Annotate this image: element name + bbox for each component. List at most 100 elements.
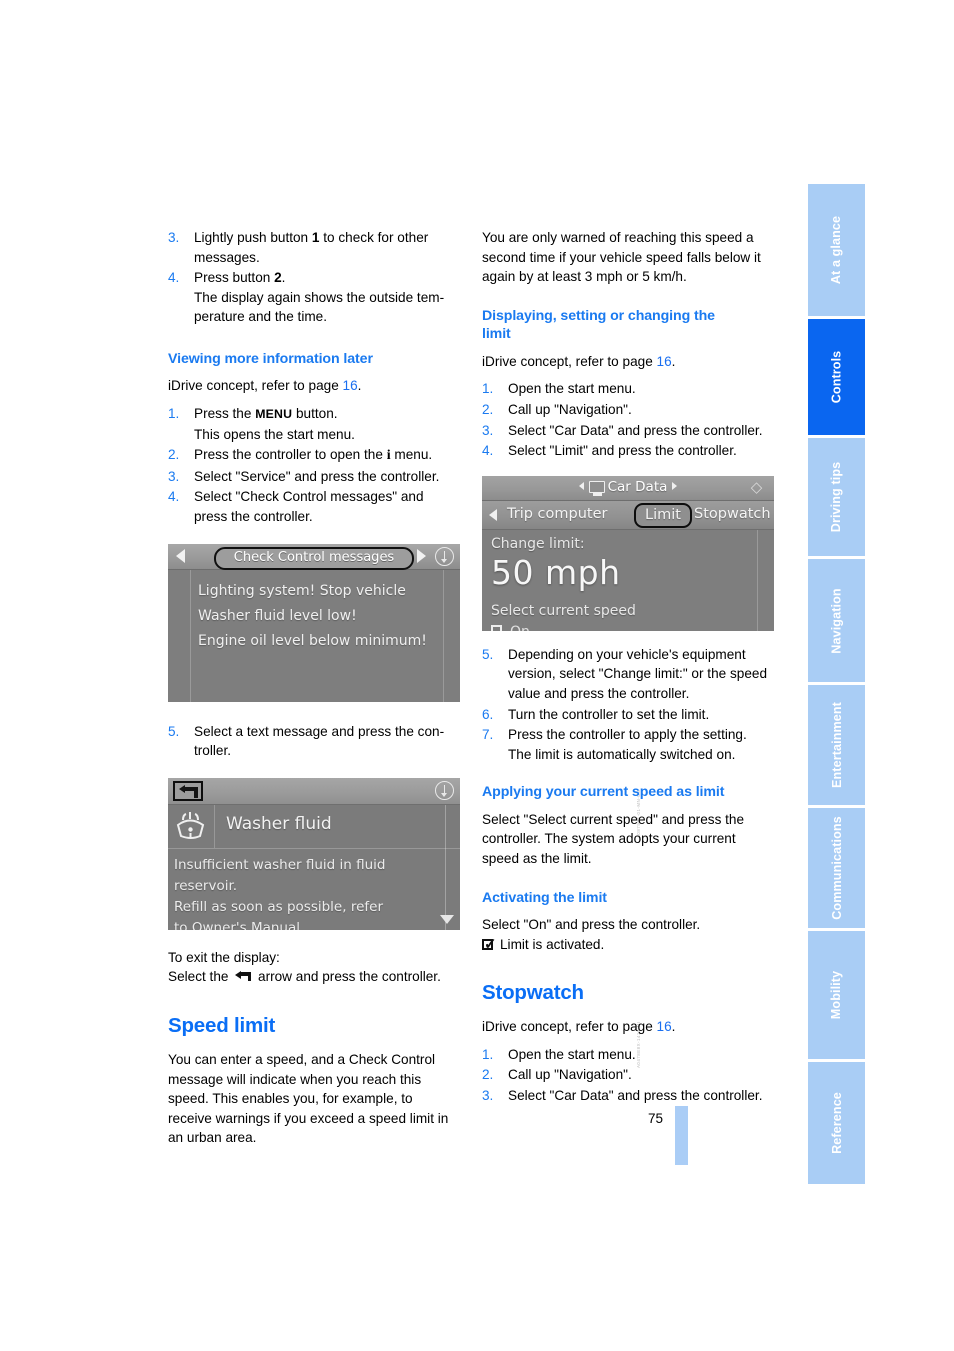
car-data-title: Car Data bbox=[482, 479, 774, 496]
sidebar-item-controls[interactable]: Controls bbox=[808, 319, 865, 435]
message-line: reservoir. bbox=[174, 877, 238, 894]
step-text: Depending on your vehicle's equipment ver… bbox=[508, 646, 767, 701]
step-number: 1. bbox=[482, 381, 494, 397]
exit-instruction: To exit the display: Select the arrow an… bbox=[168, 949, 441, 985]
speed-limit-body: You can enter a speed, and a Check Contr… bbox=[168, 1052, 449, 1146]
scroll-down-icon[interactable] bbox=[440, 914, 454, 924]
list-item[interactable]: Washer fluid level low! bbox=[168, 604, 460, 629]
sidebar-item-driving-tips[interactable]: Driving tips bbox=[808, 438, 865, 556]
step-text: Press the controller to apply the settin… bbox=[508, 727, 747, 762]
step-number: 5. bbox=[168, 723, 180, 739]
checkbox-checked-icon: ✓ bbox=[482, 935, 497, 953]
step-number: 1. bbox=[482, 1046, 494, 1062]
activating-body: Select "On" and press the controller. ✓ L… bbox=[482, 917, 701, 953]
message-line: Refill as soon as possible, refer bbox=[174, 898, 383, 915]
list-item[interactable]: Lighting system! Stop vehicle bbox=[168, 579, 460, 604]
step-text: Call up "Navigation". bbox=[508, 401, 632, 417]
washer-fluid-message: Insufficient washer fluid in fluid reser… bbox=[168, 849, 460, 930]
sidebar-item-mobility[interactable]: Mobility bbox=[808, 931, 865, 1059]
message-line: to Owner's Manual. bbox=[174, 919, 305, 930]
step-number: 2. bbox=[482, 401, 494, 417]
step-number: 6. bbox=[482, 706, 494, 722]
tab-limit[interactable]: Limit bbox=[634, 502, 692, 528]
tab-trip-computer[interactable]: Trip computer bbox=[507, 504, 607, 524]
change-limit-label[interactable]: Change limit: bbox=[491, 535, 774, 554]
sidebar-item-at-a-glance[interactable]: At a glance bbox=[808, 184, 865, 316]
figure-car-data-limit: Car Data ◇ Trip computer Limit Stopwatch… bbox=[482, 475, 774, 631]
tab-stopwatch[interactable]: Stopwatch bbox=[694, 504, 771, 524]
step-number: 1. bbox=[168, 406, 180, 422]
step-text: Select "Car Data" and press the controll… bbox=[508, 422, 763, 438]
sidebar-item-communications[interactable]: Communications bbox=[808, 808, 865, 928]
list-item: 3. Lightly push button 1 to check for ot… bbox=[168, 228, 460, 267]
list-item: 3. Select "Car Data" and press the contr… bbox=[482, 1086, 774, 1106]
limit-value[interactable]: 50 mph bbox=[491, 553, 774, 592]
scrollbar[interactable] bbox=[445, 804, 446, 930]
previous-arrow-icon[interactable] bbox=[578, 481, 584, 490]
tabs-previous-icon[interactable] bbox=[489, 508, 497, 521]
step-number: 2. bbox=[168, 447, 180, 463]
step-text: Press button 2. The display again shows t… bbox=[194, 270, 445, 325]
intro-paragraph: You are only warned of reaching this spe… bbox=[482, 230, 761, 285]
compass-icon: ◇ bbox=[750, 477, 763, 496]
volume-icon bbox=[435, 546, 454, 566]
list-divider-right bbox=[443, 569, 444, 702]
heading-stopwatch: Stopwatch bbox=[482, 981, 584, 1005]
select-current-speed-option[interactable]: Select current speed bbox=[491, 602, 774, 621]
list-item: 1. Press the MENU button. This opens the … bbox=[168, 404, 460, 444]
step-text: Open the start menu. bbox=[508, 381, 636, 397]
step-number: 3. bbox=[482, 1088, 494, 1104]
page-cross-reference[interactable]: 16 bbox=[343, 378, 358, 393]
step-number: 4. bbox=[482, 443, 494, 459]
list-item: 5. Depending on your vehicle's equipment… bbox=[482, 645, 774, 704]
list-item: 1. Open the start menu. bbox=[482, 1045, 774, 1065]
car-data-title-bar: Car Data ◇ bbox=[482, 475, 774, 501]
page-number-bar bbox=[675, 1106, 688, 1165]
list-item: 2. Press the controller to open the i me… bbox=[168, 445, 460, 466]
next-arrow-icon[interactable] bbox=[672, 481, 678, 490]
heading-displaying-setting-changing-limit: Displaying, setting or changing the limi… bbox=[482, 307, 715, 343]
idrive-message-list: Lighting system! Stop vehicle Washer flu… bbox=[168, 569, 460, 702]
volume-icon bbox=[435, 780, 454, 800]
list-item: 5. Select a text message and press the c… bbox=[168, 722, 460, 761]
back-button[interactable] bbox=[173, 780, 203, 801]
sidebar-item-entertainment[interactable]: Entertainment bbox=[808, 685, 865, 805]
checkbox-icon[interactable] bbox=[491, 624, 502, 631]
sidebar-item-label: Driving tips bbox=[829, 461, 844, 533]
step-text: Select "Car Data" and press the controll… bbox=[508, 1088, 763, 1104]
button-ref-2: 2 bbox=[274, 270, 282, 286]
idrive-reference: iDrive concept, refer to page 16. bbox=[482, 353, 676, 369]
chapter-sidebar: At a glance Controls Driving tips Naviga… bbox=[808, 184, 865, 1184]
step-text: Select "Service" and press the controlle… bbox=[194, 468, 440, 484]
right-column: You are only warned of reaching this spe… bbox=[482, 228, 774, 1107]
monitor-icon bbox=[588, 480, 605, 496]
step-text: Press the MENU button. This opens the sta… bbox=[194, 406, 355, 442]
button-ref-1: 1 bbox=[311, 230, 320, 245]
page-cross-reference[interactable]: 16 bbox=[657, 354, 672, 369]
page-cross-reference[interactable]: 16 bbox=[657, 1019, 672, 1034]
idrive-reference: iDrive concept, refer to page 16. bbox=[482, 1019, 676, 1035]
selected-title-pill[interactable]: Check Control messages bbox=[213, 546, 415, 570]
step-number: 3. bbox=[482, 422, 494, 438]
car-data-tabs: Trip computer Limit Stopwatch bbox=[482, 500, 774, 530]
step-number: 3. bbox=[168, 230, 180, 245]
heading-activating-limit: Activating the limit bbox=[482, 889, 607, 906]
sidebar-item-label: Reference bbox=[829, 1092, 844, 1154]
sidebar-item-label: At a glance bbox=[829, 215, 844, 285]
list-item: 2. Call up "Navigation". bbox=[482, 400, 774, 420]
step-number: 4. bbox=[168, 270, 180, 286]
step-text: Select "Limit" and press the controller. bbox=[508, 443, 737, 459]
sidebar-item-navigation[interactable]: Navigation bbox=[808, 559, 865, 682]
step-text: Open the start menu. bbox=[508, 1046, 636, 1062]
sidebar-item-label: Navigation bbox=[829, 587, 844, 654]
sidebar-item-label: Mobility bbox=[829, 970, 844, 1020]
list-item: 3. Select "Car Data" and press the contr… bbox=[482, 421, 774, 441]
list-item: 7. Press the controller to apply the set… bbox=[482, 725, 774, 764]
step-text: Call up "Navigation". bbox=[508, 1067, 632, 1083]
list-item[interactable]: Engine oil level below minimum! bbox=[168, 629, 460, 654]
step-number: 5. bbox=[482, 646, 494, 662]
next-arrow-icon[interactable] bbox=[417, 548, 426, 563]
on-checkbox-row[interactable]: On bbox=[491, 622, 774, 631]
sidebar-item-reference[interactable]: Reference bbox=[808, 1062, 865, 1184]
step-text: Turn the controller to set the limit. bbox=[508, 706, 710, 722]
